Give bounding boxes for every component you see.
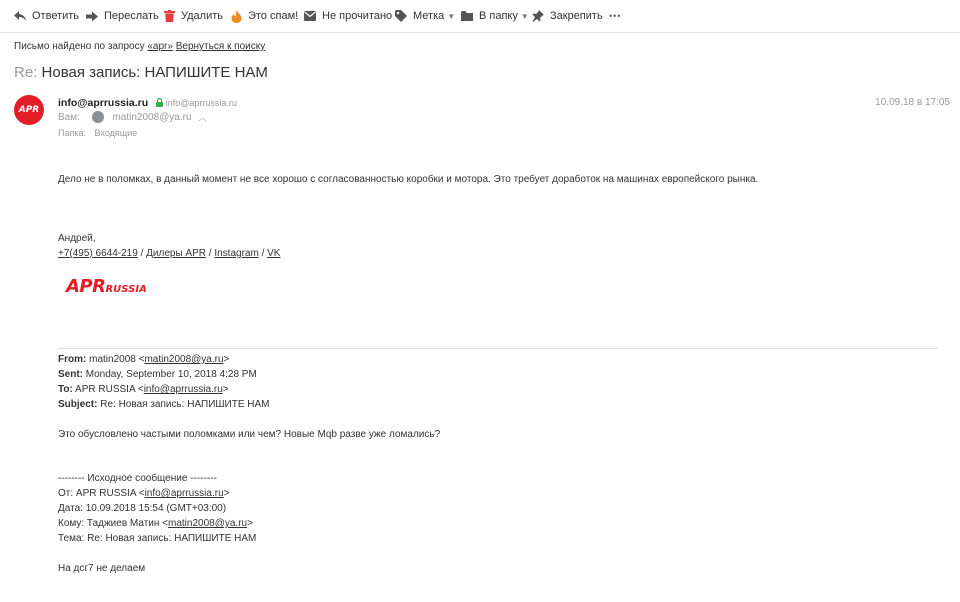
original-subject: Тема: Re: Новая запись: НАПИШИТЕ НАМ [58,533,257,544]
trash-icon [164,10,175,22]
reply-icon [14,10,26,21]
signature-name: Андрей, [58,233,96,244]
more-actions-button[interactable]: ••• [609,0,621,32]
quote-sent-value: Monday, September 10, 2018 4:28 PM [85,369,257,380]
quote-text: Это обусловлено частыми поломками или че… [58,429,441,440]
delete-button[interactable]: Удалить [164,0,223,32]
search-found-text: Письмо найдено по запросу [14,41,145,52]
unread-label: Не прочитано [322,10,393,22]
folder-label: Папка: [58,128,86,138]
instagram-link[interactable]: Instagram [214,248,258,259]
forward-icon [86,11,98,21]
reply-button[interactable]: Ответить [14,0,79,32]
logo-sub: RUSSIA [105,284,147,295]
mark-unread-button[interactable]: Не прочитано [304,0,392,32]
search-breadcrumb: Письмо найдено по запросу «apr» Вернутьс… [14,41,265,52]
phone-link[interactable]: +7(495) 6644-219 [58,248,138,259]
sender-verified-address: info@aprrussia.ru [165,98,237,108]
flame-icon [231,9,242,23]
original-date: Дата: 10.09.2018 15:54 (GMT+03:00) [58,503,227,514]
quote-from: From: matin2008 <matin2008@ya.ru> [58,354,229,365]
label-label: Метка [413,10,445,22]
folder-icon [461,11,473,21]
quote-from-label: From: [58,354,87,365]
recipient-line: Вам: matin2008@ya.ru ︿ [58,111,206,123]
chevron-down-icon: ▼ [447,11,456,21]
sender-avatar[interactable]: APR [14,95,44,125]
folder-label: В папку [479,10,518,22]
envelope-icon [304,11,316,21]
apr-russia-logo: APRRUSSIA [66,276,147,297]
folder-value: Входящие [94,128,138,138]
quote-subject-label: Subject: [58,399,98,410]
subject-prefix: Re: [14,64,38,81]
sender-name[interactable]: info@aprrussia.ru [58,97,148,109]
separator: / [258,248,268,259]
original-text: На дсг7 не делаем [58,563,146,574]
label-dropdown[interactable]: Метка ▼ [395,0,455,32]
back-to-search-link[interactable]: Вернуться к поиску [176,41,266,52]
avatar-logo: APR [18,105,40,115]
vk-link[interactable]: VK [267,248,280,259]
chevron-down-icon: ▼ [520,11,529,21]
tag-icon [395,10,407,22]
sender-line: info@aprrussia.ru info@aprrussia.ru [58,97,237,109]
message-date: 10.09.18 в 17:05 [875,97,950,108]
reply-label: Ответить [32,10,80,22]
quote-divider [58,348,938,349]
original-header: -------- Исходное сообщение -------- [58,473,217,484]
pin-label: Закрепить [550,10,603,22]
quote-bracket: > [222,384,229,395]
original-to: Кому: Таджиев Матин <matin2008@ya.ru> [58,518,253,529]
separator: / [137,248,147,259]
folder-line: Папка: Входящие [58,128,137,138]
chevron-up-icon[interactable]: ︿ [198,113,206,122]
quote-to-label: To: [58,384,73,395]
quote-bracket: > [223,488,230,499]
quote-bracket: > [247,518,253,529]
pin-button[interactable]: Закрепить [532,0,603,32]
move-to-folder-dropdown[interactable]: В папку ▼ [461,0,529,32]
quote-sent: Sent: Monday, September 10, 2018 4:28 PM [58,369,257,380]
signature-links: +7(495) 6644-219 / Дилеры APR / Instagra… [58,248,280,259]
pin-icon [532,10,544,22]
quote-subject-value: Re: Новая запись: НАПИШИТЕ НАМ [100,399,270,410]
original-to-email[interactable]: matin2008@ya.ru [168,518,247,529]
spam-label: Это спам! [248,10,299,22]
quote-from-email[interactable]: matin2008@ya.ru [144,354,223,365]
subject-text: Новая запись: НАПИШИТЕ НАМ [41,64,268,81]
quote-subject: Subject: Re: Новая запись: НАПИШИТЕ НАМ [58,399,270,410]
quote-from-value: matin2008 < [89,354,145,365]
original-to-value: Кому: Таджиев Матин < [58,518,169,529]
logo-main: APR [66,276,106,297]
message-toolbar: Ответить Переслать Удалить Это спам! Не … [0,0,960,33]
quote-to-email[interactable]: info@aprrussia.ru [144,384,223,395]
original-from-value: От: APR RUSSIA < [58,488,145,499]
forward-label: Переслать [104,10,159,22]
quote-to-value: APR RUSSIA < [75,384,144,395]
dealers-link[interactable]: Дилеры APR [146,248,206,259]
to-label: Вам: [58,112,80,123]
original-from-email[interactable]: info@aprrussia.ru [145,488,224,499]
search-query-link[interactable]: «apr» [147,41,173,52]
delete-label: Удалить [181,10,223,22]
spam-button[interactable]: Это спам! [231,0,298,32]
quote-bracket: > [223,354,230,365]
quote-sent-label: Sent: [58,369,83,380]
quote-to: To: APR RUSSIA <info@aprrussia.ru> [58,384,229,395]
forward-button[interactable]: Переслать [86,0,159,32]
recipient-address[interactable]: matin2008@ya.ru [112,112,191,123]
recipient-avatar [91,111,104,123]
reply-text: Дело не в поломках, в данный момент не в… [58,174,759,185]
message-subject: Re: Новая запись: НАПИШИТЕ НАМ [14,64,268,81]
original-from: От: APR RUSSIA <info@aprrussia.ru> [58,488,229,499]
lock-icon [155,97,163,107]
